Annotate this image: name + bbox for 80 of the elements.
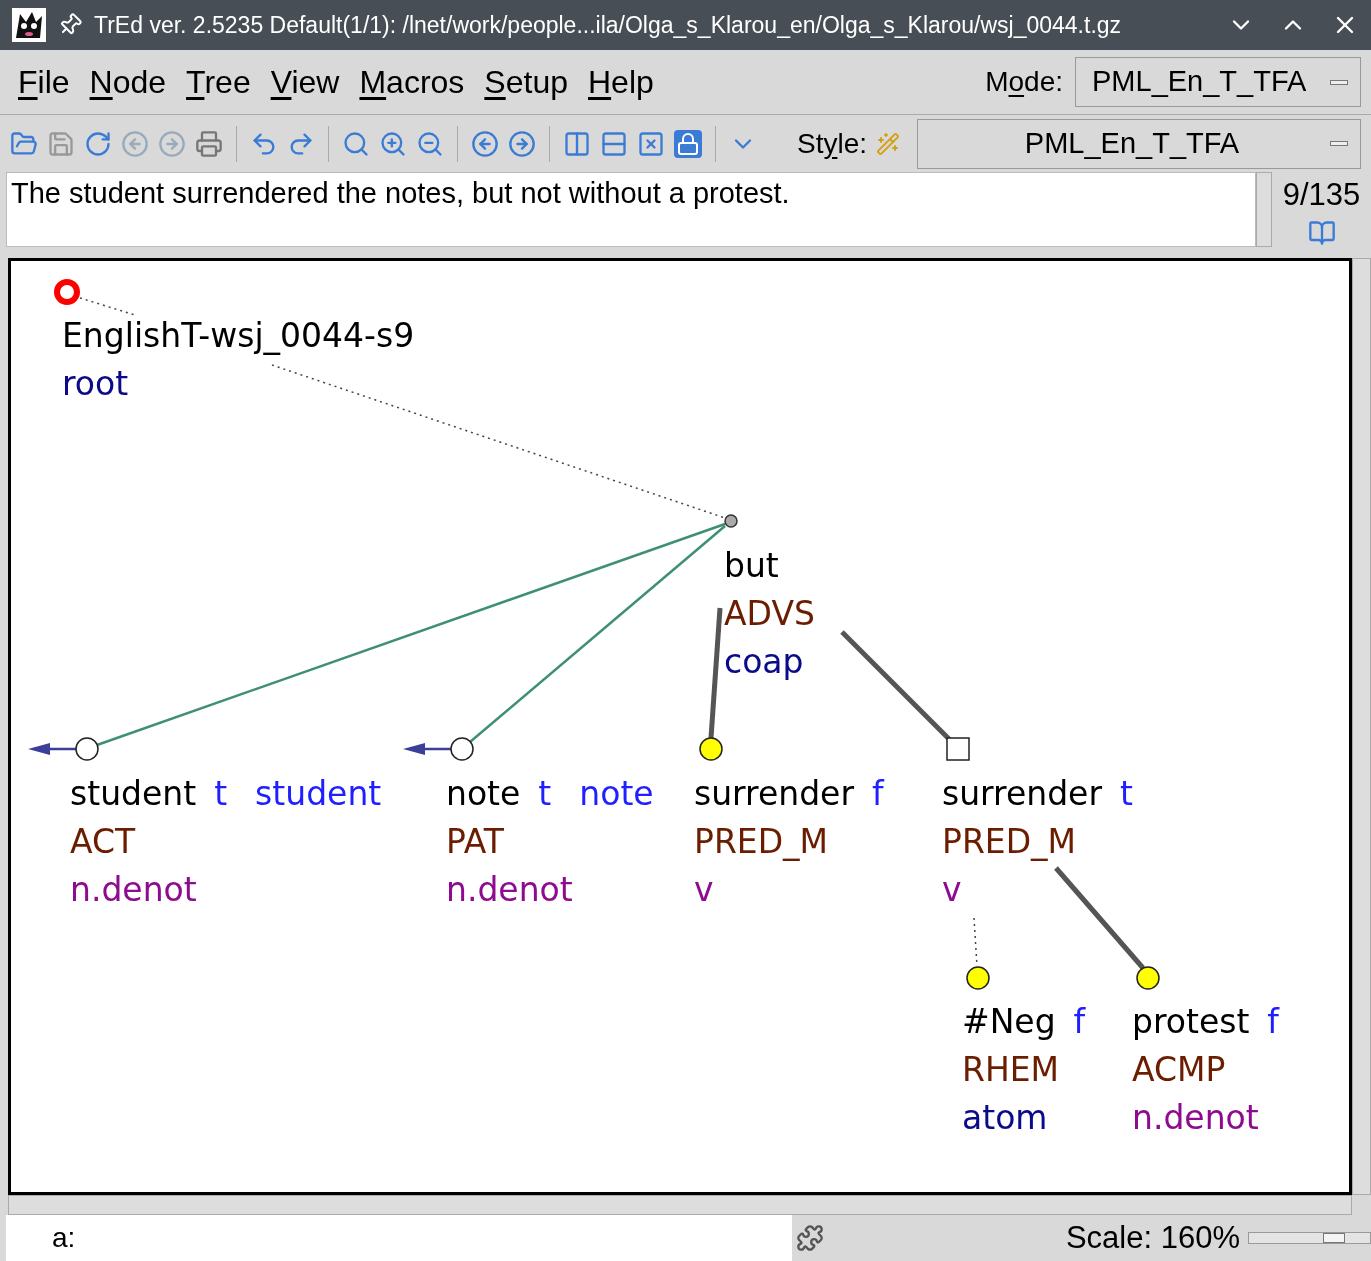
tree-id-label: EnglishT-wsj_0044-s9 [62, 315, 415, 357]
style-dropdown[interactable]: PML_En_T_TFA [917, 118, 1361, 169]
node-circle[interactable] [699, 737, 723, 761]
lemma-label: note [446, 773, 521, 815]
functor-label: ADVS [724, 593, 815, 635]
root-node[interactable] [54, 279, 80, 305]
sempos-label: n.denot [70, 869, 197, 911]
app-icon [12, 8, 46, 42]
menu-item[interactable]: Node [89, 58, 167, 106]
close-view-icon[interactable] [637, 129, 665, 158]
dropdown-indicator [1330, 79, 1348, 85]
functor-label: PRED_M [694, 821, 829, 863]
slider-thumb[interactable] [1322, 1233, 1345, 1244]
rows-icon[interactable] [600, 129, 628, 158]
next-file-icon[interactable] [158, 129, 186, 158]
tfa-label: f [1073, 1001, 1086, 1043]
lemma-label: protest [1132, 1001, 1250, 1043]
lemma-label: #Neg [962, 1001, 1056, 1043]
puzzle-icon[interactable] [796, 1224, 824, 1253]
coref-label: note [579, 773, 654, 815]
zoom-out-icon[interactable] [416, 129, 444, 158]
wand-icon[interactable] [876, 131, 900, 156]
search-icon[interactable] [342, 129, 370, 158]
window-title: TrEd ver. 2.5235 Default(1/1): /lnet/work/people...ila/Olga_s_Klarou_en/Olga_s_Klarou/wsj_0044.t.gz [94, 10, 1123, 40]
mode-label: Mode: [985, 65, 1063, 99]
menu-item[interactable]: Tree [186, 58, 251, 106]
tfa-label: t [538, 773, 552, 815]
sempos-label: n.denot [446, 869, 573, 911]
horizontal-scrollbar[interactable] [8, 1195, 1352, 1215]
node-circle[interactable] [1136, 966, 1160, 990]
menu-item[interactable]: File [18, 58, 70, 106]
menu-item[interactable]: View [270, 58, 340, 106]
lock-icon[interactable] [674, 129, 702, 158]
lemma-label: surrender [942, 773, 1102, 815]
scale-label: Scale: 160% [1065, 1219, 1240, 1257]
next-tree-icon[interactable] [508, 129, 536, 158]
node-circle[interactable] [966, 966, 990, 990]
nodetype-label: root [62, 363, 129, 405]
vertical-scrollbar[interactable] [1352, 258, 1371, 1195]
tree-counter: 9/135 [1282, 176, 1361, 214]
lemma-label: student [70, 773, 197, 815]
sentence-field[interactable]: The student surrendered the notes, but not without a protest. [6, 172, 1256, 247]
columns-icon[interactable] [563, 129, 591, 158]
menu-item[interactable]: Macros [359, 58, 465, 106]
tfa-label: t [214, 773, 228, 815]
sempos-label: n.denot [1132, 1097, 1259, 1139]
save-icon[interactable] [47, 129, 75, 158]
mode-dropdown[interactable]: PML_En_T_TFA [1075, 57, 1361, 107]
tfa-label: t [1120, 773, 1133, 815]
vertical-scrollbar[interactable] [1256, 172, 1272, 247]
coordination-node[interactable] [724, 514, 738, 528]
print-icon[interactable] [195, 129, 223, 158]
functor-label: ACT [70, 821, 136, 863]
functor-label: ACMP [1132, 1049, 1226, 1091]
scale-slider[interactable] [1248, 1232, 1371, 1245]
node-square[interactable] [946, 737, 970, 761]
lemma-label: but [724, 545, 779, 587]
lemma-label: surrender [694, 773, 854, 815]
menu-item[interactable]: Help [588, 58, 654, 106]
functor-label: PAT [446, 821, 504, 863]
book-icon[interactable] [1307, 218, 1336, 247]
sempos-label: v [694, 869, 714, 911]
nodetype-label: atom [962, 1097, 1048, 1139]
functor-label: PRED_M [942, 821, 1077, 863]
tfa-label: f [1267, 1001, 1279, 1043]
reload-icon[interactable] [84, 129, 112, 158]
nodetype-label: coap [724, 641, 804, 683]
node-circle[interactable] [450, 737, 474, 761]
zoom-in-icon[interactable] [379, 129, 407, 158]
node-circle[interactable] [75, 737, 99, 761]
previous-tree-icon[interactable] [471, 129, 499, 158]
dropdown-indicator [1330, 141, 1348, 146]
command-field[interactable]: a: [6, 1215, 792, 1261]
menu-item[interactable]: Setup [484, 58, 568, 106]
functor-label: RHEM [962, 1049, 1060, 1091]
tfa-label: f [872, 773, 884, 815]
previous-file-icon[interactable] [121, 129, 149, 158]
style-label: Style: [796, 126, 867, 161]
sempos-label: v [942, 869, 962, 911]
coref-label: student [255, 773, 382, 815]
